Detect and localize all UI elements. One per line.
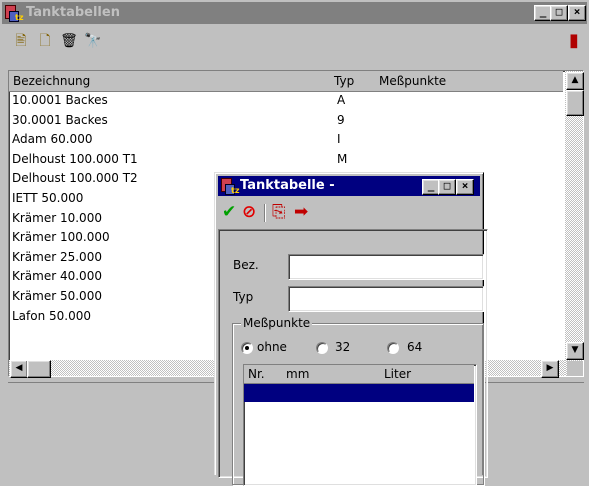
dialog-maximize-button[interactable]: □	[438, 179, 456, 195]
vertical-scrollbar[interactable]: ▲ ▼	[565, 71, 584, 376]
list-item-typ: 9	[337, 112, 345, 127]
list-item[interactable]: Delhoust 100.000 T1	[12, 152, 138, 166]
list-item[interactable]: Krämer 10.000	[12, 211, 102, 225]
radio-32[interactable]	[316, 342, 328, 354]
list-item[interactable]: IETT 50.000	[12, 191, 83, 205]
typ-label: Typ	[233, 290, 254, 304]
tanktabelle-dialog: tz Tanktabelle - _ □ × ✔ ⊘ ⎘ ➡ Bez. Typ …	[214, 172, 488, 486]
list-item-typ: A	[337, 93, 346, 107]
column-messpunkte[interactable]: Meßpunkte	[379, 74, 446, 88]
column-typ[interactable]: Typ	[334, 74, 354, 88]
dialog-close-button[interactable]: ×	[456, 179, 474, 195]
messpunkte-group: Meßpunkte ohne 32 64 Nr. mm Liter	[232, 316, 484, 486]
scroll-left-button[interactable]: ◀	[10, 360, 28, 378]
maximize-button[interactable]: □	[550, 5, 568, 21]
radio-64-label[interactable]: 64	[407, 340, 422, 354]
list-item-typ: I	[337, 132, 341, 147]
list-header: Bezeichnung Typ Meßpunkte	[9, 71, 563, 92]
dialog-body: Bez. Typ Meßpunkte ohne 32 64 Nr. mm Lit…	[218, 229, 488, 486]
dialog-icon: tz	[221, 178, 239, 195]
resize-grip[interactable]	[567, 361, 583, 376]
export-icon[interactable]: ➡	[294, 203, 308, 221]
toolbar-separator	[264, 204, 266, 222]
scroll-thumb[interactable]	[566, 90, 584, 116]
radio-32-label[interactable]: 32	[335, 340, 350, 354]
ok-icon[interactable]: ✔	[222, 203, 236, 221]
column-bezeichnung[interactable]: Bezeichnung	[13, 74, 90, 88]
main-window-title: Tanktabellen	[26, 5, 120, 20]
list-item[interactable]: Lafon 50.000	[12, 309, 91, 323]
messpunkte-table-header: Nr. mm Liter	[244, 365, 474, 384]
cancel-icon[interactable]: ⊘	[242, 203, 256, 221]
list-item[interactable]: Krämer 25.000	[12, 250, 102, 264]
list-item-typ: M	[337, 151, 348, 166]
new-icon[interactable]: 🖹	[12, 32, 30, 50]
list-item[interactable]: Delhoust 100.000 T2	[12, 171, 138, 185]
messpunkte-table[interactable]: Nr. mm Liter	[243, 364, 477, 486]
bez-field[interactable]	[288, 254, 484, 280]
scroll-up-button[interactable]: ▲	[566, 72, 584, 90]
dialog-title-bar[interactable]: tz Tanktabelle - _ □ ×	[218, 176, 480, 196]
exit-icon[interactable]: ▮	[565, 32, 583, 50]
scroll-right-button[interactable]: ▶	[541, 360, 559, 378]
dialog-toolbar: ✔ ⊘ ⎘ ➡	[218, 198, 480, 228]
dialog-title: Tanktabelle -	[240, 178, 335, 193]
list-item[interactable]: Krämer 50.000	[12, 289, 102, 303]
column-liter[interactable]: Liter	[384, 367, 411, 381]
radio-ohne-label[interactable]: ohne	[257, 340, 287, 354]
main-title-bar[interactable]: tz Tanktabellen _ □ ×	[2, 2, 587, 24]
typ-field[interactable]	[288, 286, 484, 312]
selected-table-row[interactable]	[244, 384, 474, 402]
edit-icon[interactable]: 🗋	[36, 32, 54, 50]
column-nr[interactable]: Nr.	[248, 367, 265, 381]
radio-64[interactable]	[387, 342, 399, 354]
scroll-down-button[interactable]: ▼	[566, 342, 584, 360]
delete-icon[interactable]: 🗑	[60, 32, 78, 50]
radio-ohne[interactable]	[241, 342, 253, 354]
search-icon[interactable]: 🔭	[84, 32, 102, 50]
app-icon: tz	[5, 5, 23, 22]
messpunkte-group-label: Meßpunkte	[241, 316, 313, 330]
column-mm[interactable]: mm	[286, 367, 309, 381]
copy-icon[interactable]: ⎘	[272, 203, 286, 221]
list-item[interactable]: 10.0001 Backes	[12, 93, 108, 107]
main-toolbar: 🖹 🗋 🗑 🔭 ▮	[2, 26, 587, 56]
list-item[interactable]: Adam 60.000	[12, 132, 92, 146]
list-item[interactable]: Krämer 100.000	[12, 230, 110, 244]
list-item[interactable]: Krämer 40.000	[12, 269, 102, 283]
bez-label: Bez.	[233, 258, 259, 272]
list-item[interactable]: 30.0001 Backes	[12, 113, 108, 127]
hscroll-thumb[interactable]	[27, 360, 51, 378]
close-button[interactable]: ×	[568, 5, 586, 21]
